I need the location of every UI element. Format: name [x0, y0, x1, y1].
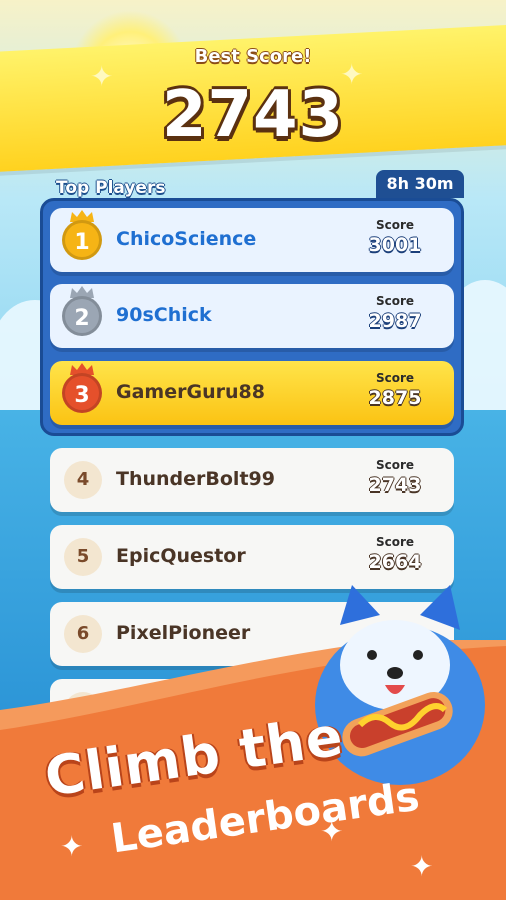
player-name: 90sChick — [116, 304, 212, 326]
leaderboard-row-5[interactable]: 5 EpicQuestor Score 2664 — [50, 525, 454, 589]
gold-medal-icon: 1 — [62, 220, 102, 260]
player-name: ChicoScience — [116, 228, 257, 250]
top-players-title: Top Players — [56, 178, 166, 198]
leaderboard-row-3[interactable]: 3 GamerGuru88 Score 2875 — [50, 361, 454, 425]
sparkle-icon: ✦ — [410, 850, 434, 883]
silver-medal-icon: 2 — [62, 296, 102, 336]
sparkle-icon: ✦ — [340, 58, 364, 91]
player-score: 2875 — [368, 387, 422, 409]
player-score: 2987 — [368, 310, 422, 332]
game-scene: Best Score! 2743 Top Players 8h 30m 1 Ch… — [0, 0, 506, 900]
sparkle-icon: ✦ — [320, 815, 344, 848]
leaderboard-row-1[interactable]: 1 ChicoScience Score 3001 — [50, 208, 454, 272]
score-label: Score — [375, 371, 415, 385]
score-label: Score — [375, 218, 415, 232]
player-score: 3001 — [368, 234, 422, 256]
player-score: 2664 — [368, 551, 422, 573]
timer-badge: 8h 30m — [376, 170, 464, 198]
score-label: Score — [375, 458, 415, 472]
player-score: 2743 — [368, 474, 422, 496]
leaderboard-row-4[interactable]: 4 ThunderBolt99 Score 2743 — [50, 448, 454, 512]
rank-badge: 4 — [64, 461, 102, 499]
player-name: EpicQuestor — [116, 545, 246, 567]
sparkle-icon: ✦ — [90, 60, 114, 93]
leaderboard-row-2[interactable]: 2 90sChick Score 2987 — [50, 284, 454, 348]
score-label: Score — [375, 535, 415, 549]
rank-badge: 5 — [64, 538, 102, 576]
best-score-label: Best Score! — [194, 46, 312, 67]
sparkle-icon: ✦ — [60, 830, 84, 863]
best-score-value: 2743 — [161, 78, 345, 152]
score-label: Score — [375, 294, 415, 308]
player-name: ThunderBolt99 — [116, 468, 275, 490]
bronze-medal-icon: 3 — [62, 373, 102, 413]
player-name: GamerGuru88 — [116, 381, 265, 403]
